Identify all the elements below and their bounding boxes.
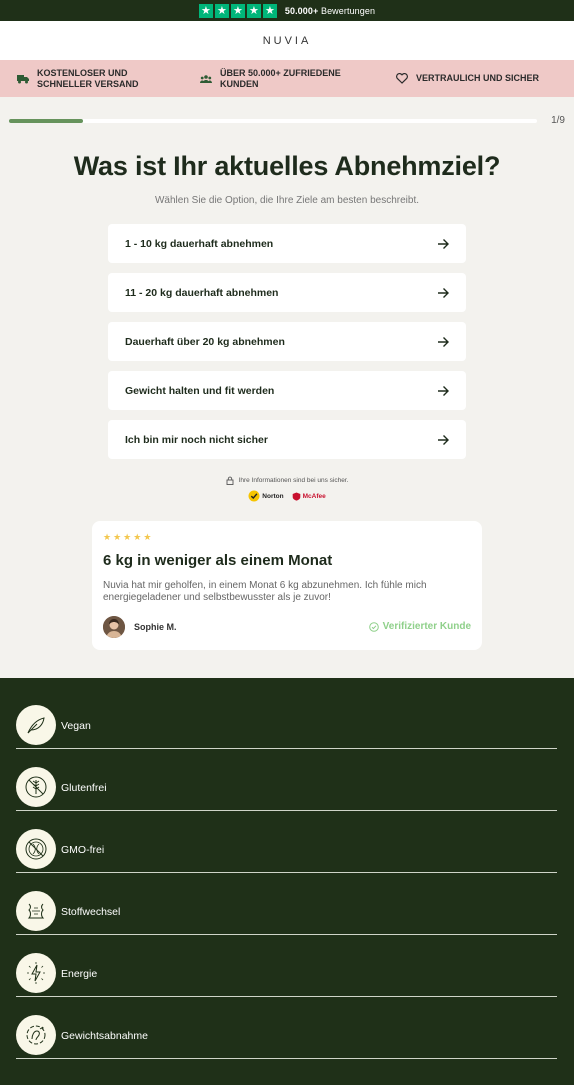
usp-customers: ÜBER 50.000+ ZUFRIEDENE KUNDEN (200, 68, 341, 90)
truck-icon (17, 73, 29, 85)
metabolism-icon (16, 891, 56, 931)
answer-option-label: Dauerhaft über 20 kg abnehmen (125, 335, 285, 348)
usp-privacy-line1: VERTRAULICH UND SICHER (416, 73, 540, 83)
answer-option-label: 1 - 10 kg dauerhaft abnehmen (125, 237, 274, 250)
usp-shipping: KOSTENLOSER UND SCHNELLER VERSAND (17, 68, 139, 90)
feature-item: Gewichtsabnahme (16, 1014, 557, 1059)
usp-bar: KOSTENLOSER UND SCHNELLER VERSAND ÜBER 50… (0, 60, 574, 97)
feature-item: Stoffwechsel (16, 890, 557, 935)
star-icon: ★ (214, 3, 229, 18)
answer-option[interactable]: Ich bin mir noch nicht sicher (108, 420, 466, 459)
quiz-subtitle: Wählen Sie die Option, die Ihre Ziele am… (154, 195, 420, 206)
check-circle-icon (368, 621, 379, 632)
answer-option-label: Gewicht halten und fit werden (125, 384, 275, 397)
answer-option-label: Ich bin mir noch nicht sicher (125, 433, 268, 446)
reviewer-name: Sophie M. (134, 622, 177, 632)
security-note: Ihre Informationen sind bei uns sicher. (0, 476, 574, 485)
security-badges: Norton McAfee (0, 490, 574, 502)
star-icon: ★ (133, 532, 142, 542)
heart-icon (396, 73, 408, 85)
usp-shipping-line2: SCHNELLER VERSAND (37, 78, 139, 89)
feature-label: Vegan (61, 720, 91, 732)
arrow-right-icon (438, 238, 449, 249)
star-icon: ★ (198, 3, 213, 18)
mcafee-label: McAfee (302, 492, 326, 500)
feature-label: GMO-frei (61, 844, 105, 856)
star-icon: ★ (143, 532, 152, 542)
feature-label: Gewichtsabnahme (61, 1030, 148, 1042)
answer-option-label: 11 - 20 kg dauerhaft abnehmen (125, 286, 279, 299)
review-text: Nuvia hat mir geholfen, in einem Monat 6… (103, 580, 427, 603)
usp-customers-line1: ÜBER 50.000+ ZUFRIEDENE (220, 67, 341, 78)
people-icon (200, 73, 212, 85)
quiz-progress-bar (9, 119, 537, 123)
quiz-step-counter: 1/9 (551, 115, 565, 126)
feature-label: Energie (61, 968, 98, 980)
avatar (103, 616, 125, 638)
mcafee-shield-icon (292, 492, 300, 501)
star-icon: ★ (262, 3, 277, 18)
review-card: ★ ★ ★ ★ ★ 6 kg in weniger als einem Mona… (92, 521, 482, 650)
features-section: Vegan Glutenfrei GMO-frei Stoffwechsel E… (0, 678, 574, 1085)
no-gmo-icon (16, 829, 56, 869)
verified-label: Verifizierter Kunde (382, 621, 471, 632)
star-icon: ★ (230, 3, 245, 18)
feature-label: Glutenfrei (61, 782, 107, 794)
review-rating: ★ ★ ★ ★ ★ (103, 532, 151, 543)
lock-icon (226, 476, 234, 485)
star-icon: ★ (246, 3, 261, 18)
brand-logo[interactable]: NUVIA (263, 35, 312, 47)
answer-option[interactable]: Gewicht halten und fit werden (108, 371, 466, 410)
arrow-right-icon (438, 385, 449, 396)
reviews-count: 50.000+ (284, 5, 319, 16)
quiz-question: Was ist Ihr aktuelles Abnehmziel? (73, 151, 501, 181)
quiz-progress-fill (9, 119, 83, 123)
feature-item: Vegan (16, 704, 557, 749)
feature-item: Glutenfrei (16, 766, 557, 811)
star-icon: ★ (103, 532, 112, 542)
reviews-label: Bewertungen (320, 5, 376, 16)
arrow-right-icon (438, 336, 449, 347)
star-icon: ★ (123, 532, 132, 542)
usp-privacy: VERTRAULICH UND SICHER (396, 73, 539, 85)
mcafee-badge: McAfee (292, 492, 326, 501)
answer-option[interactable]: 1 - 10 kg dauerhaft abnehmen (108, 224, 466, 263)
site-header: NUVIA (0, 21, 574, 60)
usp-customers-line2: KUNDEN (220, 78, 259, 89)
wheat-icon (16, 767, 56, 807)
arrow-right-icon (438, 287, 449, 298)
arrow-right-icon (438, 434, 449, 445)
norton-label: Norton (262, 492, 284, 500)
feature-item: GMO-frei (16, 828, 557, 873)
security-note-text: Ihre Informationen sind bei uns sicher. (238, 477, 349, 484)
leaf-icon (16, 705, 56, 745)
energy-icon (16, 953, 56, 993)
feature-label: Stoffwechsel (61, 906, 121, 918)
feature-item: Energie (16, 952, 557, 997)
weight-loss-icon (16, 1015, 56, 1055)
norton-check-icon (248, 490, 260, 502)
trustpilot-bar: ★ ★ ★ ★ ★ 50.000+ Bewertungen (0, 0, 574, 21)
usp-shipping-line1: KOSTENLOSER UND (37, 67, 128, 78)
review-title: 6 kg in weniger als einem Monat (103, 552, 333, 569)
reviews-summary: 50.000+ Bewertungen (285, 6, 375, 16)
norton-badge: Norton (248, 490, 284, 502)
verified-badge: Verifizierter Kunde (368, 621, 471, 632)
answer-option[interactable]: 11 - 20 kg dauerhaft abnehmen (108, 273, 466, 312)
trustpilot-stars: ★ ★ ★ ★ ★ (198, 3, 277, 18)
answer-option[interactable]: Dauerhaft über 20 kg abnehmen (108, 322, 466, 361)
star-icon: ★ (113, 532, 122, 542)
